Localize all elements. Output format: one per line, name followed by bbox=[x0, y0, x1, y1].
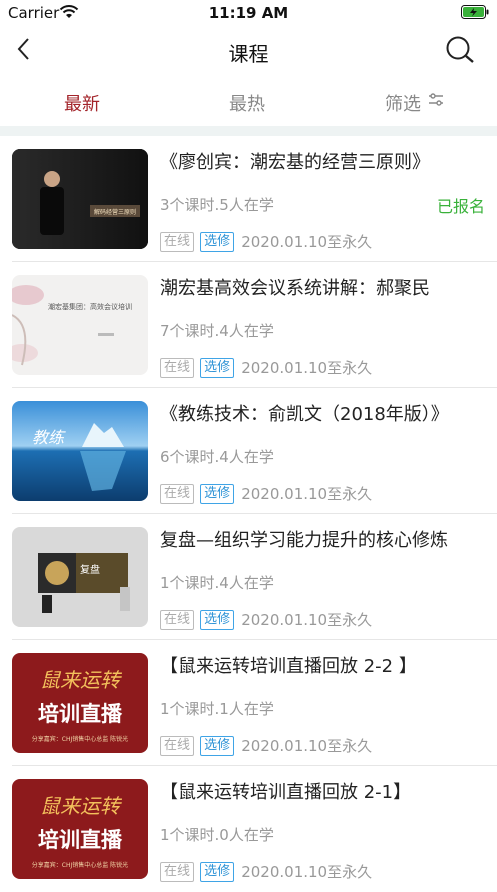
mode-tag: 在线 bbox=[160, 609, 195, 630]
thumb-caption: 培训直播 bbox=[38, 702, 123, 726]
course-item[interactable]: 鼠来运转 培训直播 分享嘉宾：CHJ销售中心总监 陈锐光 【鼠来运转培训直播回放… bbox=[0, 640, 497, 766]
mode-tag: 在线 bbox=[160, 231, 195, 252]
course-thumbnail: 解码经营三原则 bbox=[12, 149, 148, 249]
course-tags: 在线 选修 2020.01.10至永久 bbox=[160, 735, 373, 756]
course-tags: 在线 选修 2020.01.10至永久 bbox=[160, 357, 373, 378]
course-item[interactable]: 复盘 复盘—组织学习能力提升的核心修炼 1个课时.4人在学 在线 选修 2020… bbox=[0, 514, 497, 640]
thumb-headline: 鼠来运转 bbox=[40, 668, 123, 692]
course-title: 复盘—组织学习能力提升的核心修炼 bbox=[160, 530, 448, 551]
course-date: 2020.01.10至永久 bbox=[241, 611, 373, 629]
course-tags: 在线 选修 2020.01.10至永久 bbox=[160, 231, 373, 252]
course-meta: 1个课时.1人在学 bbox=[160, 700, 274, 718]
status-bar: Carrier 11:19 AM bbox=[0, 0, 497, 26]
course-thumbnail: 鼠来运转 培训直播 分享嘉宾：CHJ销售中心总监 陈锐光 bbox=[12, 779, 148, 879]
course-date: 2020.01.10至永久 bbox=[241, 359, 373, 377]
tab-bar: 最新 最热 筛选 bbox=[0, 76, 497, 127]
thumb-caption: 复盘 bbox=[80, 563, 100, 576]
course-date: 2020.01.10至永久 bbox=[241, 737, 373, 755]
type-tag: 选修 bbox=[200, 609, 235, 630]
course-title: 【鼠来运转培训直播回放 2-1】 bbox=[160, 782, 412, 803]
filter-icon[interactable] bbox=[428, 92, 444, 108]
tab-latest[interactable]: 最新 bbox=[64, 90, 100, 116]
course-meta: 1个课时.0人在学 bbox=[160, 826, 274, 844]
course-date: 2020.01.10至永久 bbox=[241, 233, 373, 251]
thumb-subcaption: 分享嘉宾：CHJ销售中心总监 陈锐光 bbox=[32, 861, 128, 869]
mode-tag: 在线 bbox=[160, 861, 195, 882]
course-meta: 6个课时.4人在学 bbox=[160, 448, 274, 466]
tab-hottest[interactable]: 最热 bbox=[229, 90, 265, 116]
status-time: 11:19 AM bbox=[208, 4, 289, 22]
course-title: 《教练技术：俞凯文（2018年版）》 bbox=[160, 404, 449, 425]
course-title: 【鼠来运转培训直播回放 2-2 】 bbox=[160, 656, 417, 677]
thumb-caption: 解码经营三原则 bbox=[94, 208, 136, 216]
course-thumbnail: 鼠来运转 培训直播 分享嘉宾：CHJ销售中心总监 陈锐光 bbox=[12, 653, 148, 753]
enrolled-badge: 已报名 bbox=[436, 197, 485, 216]
course-title: 《廖创宾：潮宏基的经营三原则》 bbox=[160, 152, 430, 173]
course-meta: 1个课时.4人在学 bbox=[160, 574, 274, 592]
mode-tag: 在线 bbox=[160, 357, 195, 378]
search-icon[interactable] bbox=[445, 35, 475, 65]
nav-bar: 课程 bbox=[0, 26, 497, 76]
course-item[interactable]: 鼠来运转 培训直播 分享嘉宾：CHJ销售中心总监 陈锐光 【鼠来运转培训直播回放… bbox=[0, 766, 497, 892]
thumb-caption: 潮宏基集团：高效会议培训 bbox=[48, 302, 132, 311]
type-tag: 选修 bbox=[200, 231, 235, 252]
course-date: 2020.01.10至永久 bbox=[241, 863, 373, 881]
course-tags: 在线 选修 2020.01.10至永久 bbox=[160, 609, 373, 630]
course-thumbnail: 教练 bbox=[12, 401, 148, 501]
thumb-caption: 教练 bbox=[32, 428, 66, 447]
course-item[interactable]: 潮宏基集团：高效会议培训 潮宏基高效会议系统讲解：郝聚民 7个课时.4人在学 在… bbox=[0, 262, 497, 388]
course-date: 2020.01.10至永久 bbox=[241, 485, 373, 503]
mode-tag: 在线 bbox=[160, 483, 195, 504]
tab-filter[interactable]: 筛选 bbox=[385, 90, 421, 116]
section-divider bbox=[0, 126, 497, 136]
course-meta: 3个课时.5人在学 bbox=[160, 196, 274, 214]
course-tags: 在线 选修 2020.01.10至永久 bbox=[160, 483, 373, 504]
course-item[interactable]: 解码经营三原则 《廖创宾：潮宏基的经营三原则》 3个课时.5人在学 已报名 在线… bbox=[0, 136, 497, 262]
course-meta: 7个课时.4人在学 bbox=[160, 322, 274, 340]
course-thumbnail: 复盘 bbox=[12, 527, 148, 627]
course-tags: 在线 选修 2020.01.10至永久 bbox=[160, 861, 373, 882]
type-tag: 选修 bbox=[200, 861, 235, 882]
mode-tag: 在线 bbox=[160, 735, 195, 756]
battery-icon bbox=[461, 5, 489, 19]
course-thumbnail: 潮宏基集团：高效会议培训 bbox=[12, 275, 148, 375]
type-tag: 选修 bbox=[200, 735, 235, 756]
page-title: 课程 bbox=[228, 42, 269, 66]
type-tag: 选修 bbox=[200, 357, 235, 378]
thumb-caption: 培训直播 bbox=[38, 828, 123, 852]
course-item[interactable]: 教练 《教练技术：俞凯文（2018年版）》 6个课时.4人在学 在线 选修 20… bbox=[0, 388, 497, 514]
thumb-headline: 鼠来运转 bbox=[40, 794, 123, 818]
type-tag: 选修 bbox=[200, 483, 235, 504]
course-title: 潮宏基高效会议系统讲解：郝聚民 bbox=[160, 278, 430, 299]
thumb-subcaption: 分享嘉宾：CHJ销售中心总监 陈锐光 bbox=[32, 735, 128, 743]
